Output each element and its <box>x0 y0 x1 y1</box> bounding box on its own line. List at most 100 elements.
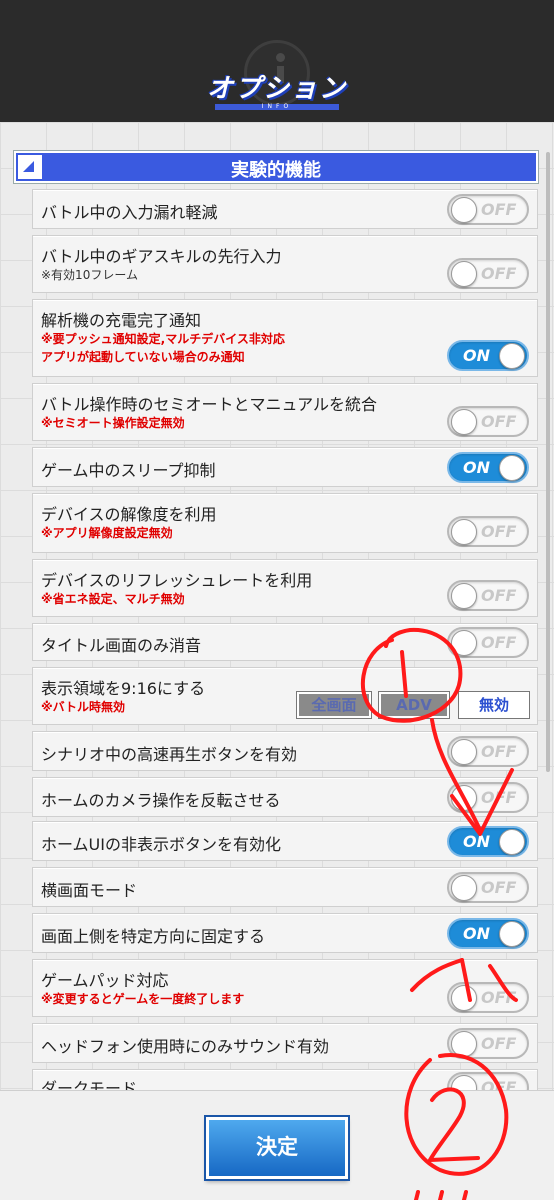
setting-note: ※バトル時無効 <box>41 700 126 714</box>
setting-toggle[interactable]: OFF <box>447 1028 529 1059</box>
setting-label: ヘッドフォン使用時にのみサウンド有効 <box>41 1037 330 1056</box>
toggle-knob <box>451 261 477 287</box>
setting-toggle[interactable]: OFF <box>447 1072 529 1090</box>
toggle-state: OFF <box>481 1034 517 1053</box>
setting-toggle[interactable]: OFF <box>447 627 529 658</box>
setting-row: タイトル画面のみ消音 OFF <box>32 623 538 661</box>
setting-note: ※有効10フレーム <box>41 268 138 282</box>
toggle-state: ON <box>463 346 490 365</box>
setting-note: ※省エネ設定、マルチ無効 <box>41 592 185 606</box>
setting-row: バトル中の入力漏れ軽減 OFF <box>32 189 538 229</box>
setting-label: バトル操作時のセミオートとマニュアルを統合 <box>41 395 378 414</box>
setting-label: バトル中のギアスキルの先行入力 <box>41 247 282 266</box>
setting-toggle[interactable]: OFF <box>447 406 529 437</box>
setting-row: 解析機の充電完了通知 ※要プッシュ通知設定,マルチデバイス非対応 アプリが起動し… <box>32 299 538 377</box>
setting-toggle[interactable]: OFF <box>447 194 529 225</box>
setting-note: ※セミオート操作設定無効 <box>41 416 185 430</box>
setting-note: ※要プッシュ通知設定,マルチデバイス非対応 <box>41 332 285 346</box>
setting-toggle[interactable]: ON <box>447 918 529 949</box>
toggle-knob <box>451 875 477 901</box>
setting-label: ホームのカメラ操作を反転させる <box>41 791 281 810</box>
toggle-state: OFF <box>481 788 517 807</box>
setting-label: ダークモード <box>41 1079 138 1090</box>
toggle-state: OFF <box>481 522 517 541</box>
setting-row: ゲーム中のスリープ抑制 ON <box>32 447 538 487</box>
setting-row: バトル中のギアスキルの先行入力 ※有効10フレーム OFF <box>32 235 538 293</box>
toggle-knob <box>451 197 477 223</box>
toggle-knob <box>451 519 477 545</box>
setting-note: ※アプリ解像度設定無効 <box>41 526 173 540</box>
setting-toggle[interactable]: ON <box>447 340 529 371</box>
setting-toggle[interactable]: ON <box>447 452 529 483</box>
toggle-knob <box>499 829 525 855</box>
confirm-button[interactable]: 決定 <box>206 1117 348 1179</box>
setting-toggle[interactable]: OFF <box>447 516 529 547</box>
toggle-state: ON <box>463 924 490 943</box>
toggle-knob <box>451 409 477 435</box>
setting-note: ※変更するとゲームを一度終了します <box>41 992 245 1006</box>
toggle-state: OFF <box>481 742 517 761</box>
setting-row: ダークモード OFF <box>32 1069 538 1090</box>
setting-row: シナリオ中の高速再生ボタンを有効 OFF <box>32 731 538 771</box>
toggle-state: OFF <box>481 200 517 219</box>
toggle-knob <box>451 985 477 1011</box>
header-bar: オプション INFO <box>0 0 554 122</box>
aspect-option-fullscreen[interactable]: 全画面 <box>297 692 371 718</box>
toggle-state: OFF <box>481 1078 517 1090</box>
setting-label: デバイスの解像度を利用 <box>41 505 217 524</box>
setting-toggle[interactable]: OFF <box>447 872 529 903</box>
setting-label: デバイスのリフレッシュレートを利用 <box>41 571 313 590</box>
setting-row: 横画面モード OFF <box>32 867 538 907</box>
setting-label: タイトル画面のみ消音 <box>41 636 202 655</box>
setting-label: バトル中の入力漏れ軽減 <box>41 203 218 222</box>
toggle-knob <box>499 455 525 481</box>
toggle-state: OFF <box>481 878 517 897</box>
setting-toggle[interactable]: OFF <box>447 258 529 289</box>
setting-row: ホームUIの非表示ボタンを有効化 ON <box>32 821 538 861</box>
setting-toggle[interactable]: OFF <box>447 736 529 767</box>
page-title: オプション <box>206 74 347 104</box>
setting-label: 横画面モード <box>41 881 138 900</box>
aspect-option-adv[interactable]: ADV <box>379 692 449 718</box>
setting-row: ヘッドフォン使用時にのみサウンド有効 OFF <box>32 1023 538 1063</box>
setting-row: デバイスの解像度を利用 ※アプリ解像度設定無効 OFF <box>32 493 538 553</box>
toggle-state: OFF <box>481 264 517 283</box>
setting-label: 表示領域を9:16にする <box>41 679 206 698</box>
setting-toggle[interactable]: ON <box>447 826 529 857</box>
setting-row: バトル操作時のセミオートとマニュアルを統合 ※セミオート操作設定無効 OFF <box>32 383 538 441</box>
toggle-state: ON <box>463 458 490 477</box>
toggle-knob <box>451 583 477 609</box>
toggle-state: OFF <box>481 586 517 605</box>
setting-label: シナリオ中の高速再生ボタンを有効 <box>41 745 298 764</box>
toggle-knob <box>451 1075 477 1090</box>
toggle-knob <box>451 785 477 811</box>
toggle-state: OFF <box>481 412 517 431</box>
setting-row: 画面上側を特定方向に固定する ON <box>32 913 538 953</box>
setting-row: デバイスのリフレッシュレートを利用 ※省エネ設定、マルチ無効 OFF <box>32 559 538 617</box>
section-header[interactable]: 実験的機能 <box>14 151 538 183</box>
setting-row: 表示領域を9:16にする ※バトル時無効 全画面 ADV 無効 <box>32 667 538 725</box>
setting-row: ゲームパッド対応 ※変更するとゲームを一度終了します OFF <box>32 959 538 1017</box>
toggle-knob <box>451 630 477 656</box>
toggle-knob <box>499 921 525 947</box>
scrollbar[interactable] <box>546 152 550 772</box>
toggle-state: OFF <box>481 633 517 652</box>
setting-label: 解析機の充電完了通知 <box>41 311 202 330</box>
setting-label: ゲームパッド対応 <box>41 971 169 990</box>
toggle-knob <box>499 343 525 369</box>
toggle-knob <box>451 1031 477 1057</box>
toggle-knob <box>451 739 477 765</box>
setting-label: ホームUIの非表示ボタンを有効化 <box>41 835 281 854</box>
setting-note-2: アプリが起動していない場合のみ通知 <box>41 350 245 364</box>
setting-toggle[interactable]: OFF <box>447 982 529 1013</box>
setting-row: ホームのカメラ操作を反転させる OFF <box>32 777 538 817</box>
setting-toggle[interactable]: OFF <box>447 580 529 611</box>
toggle-state: OFF <box>481 988 517 1007</box>
aspect-option-disabled[interactable]: 無効 <box>459 692 529 718</box>
toggle-state: ON <box>463 832 490 851</box>
setting-toggle[interactable]: OFF <box>447 782 529 813</box>
section-title: 実験的機能 <box>231 160 321 181</box>
footer-bar: 決定 <box>0 1090 554 1200</box>
setting-label: ゲーム中のスリープ抑制 <box>41 461 216 480</box>
settings-scroll-area[interactable]: 実験的機能 バトル中の入力漏れ軽減 OFF バトル中のギアスキルの先行入力 ※有… <box>0 122 554 1090</box>
